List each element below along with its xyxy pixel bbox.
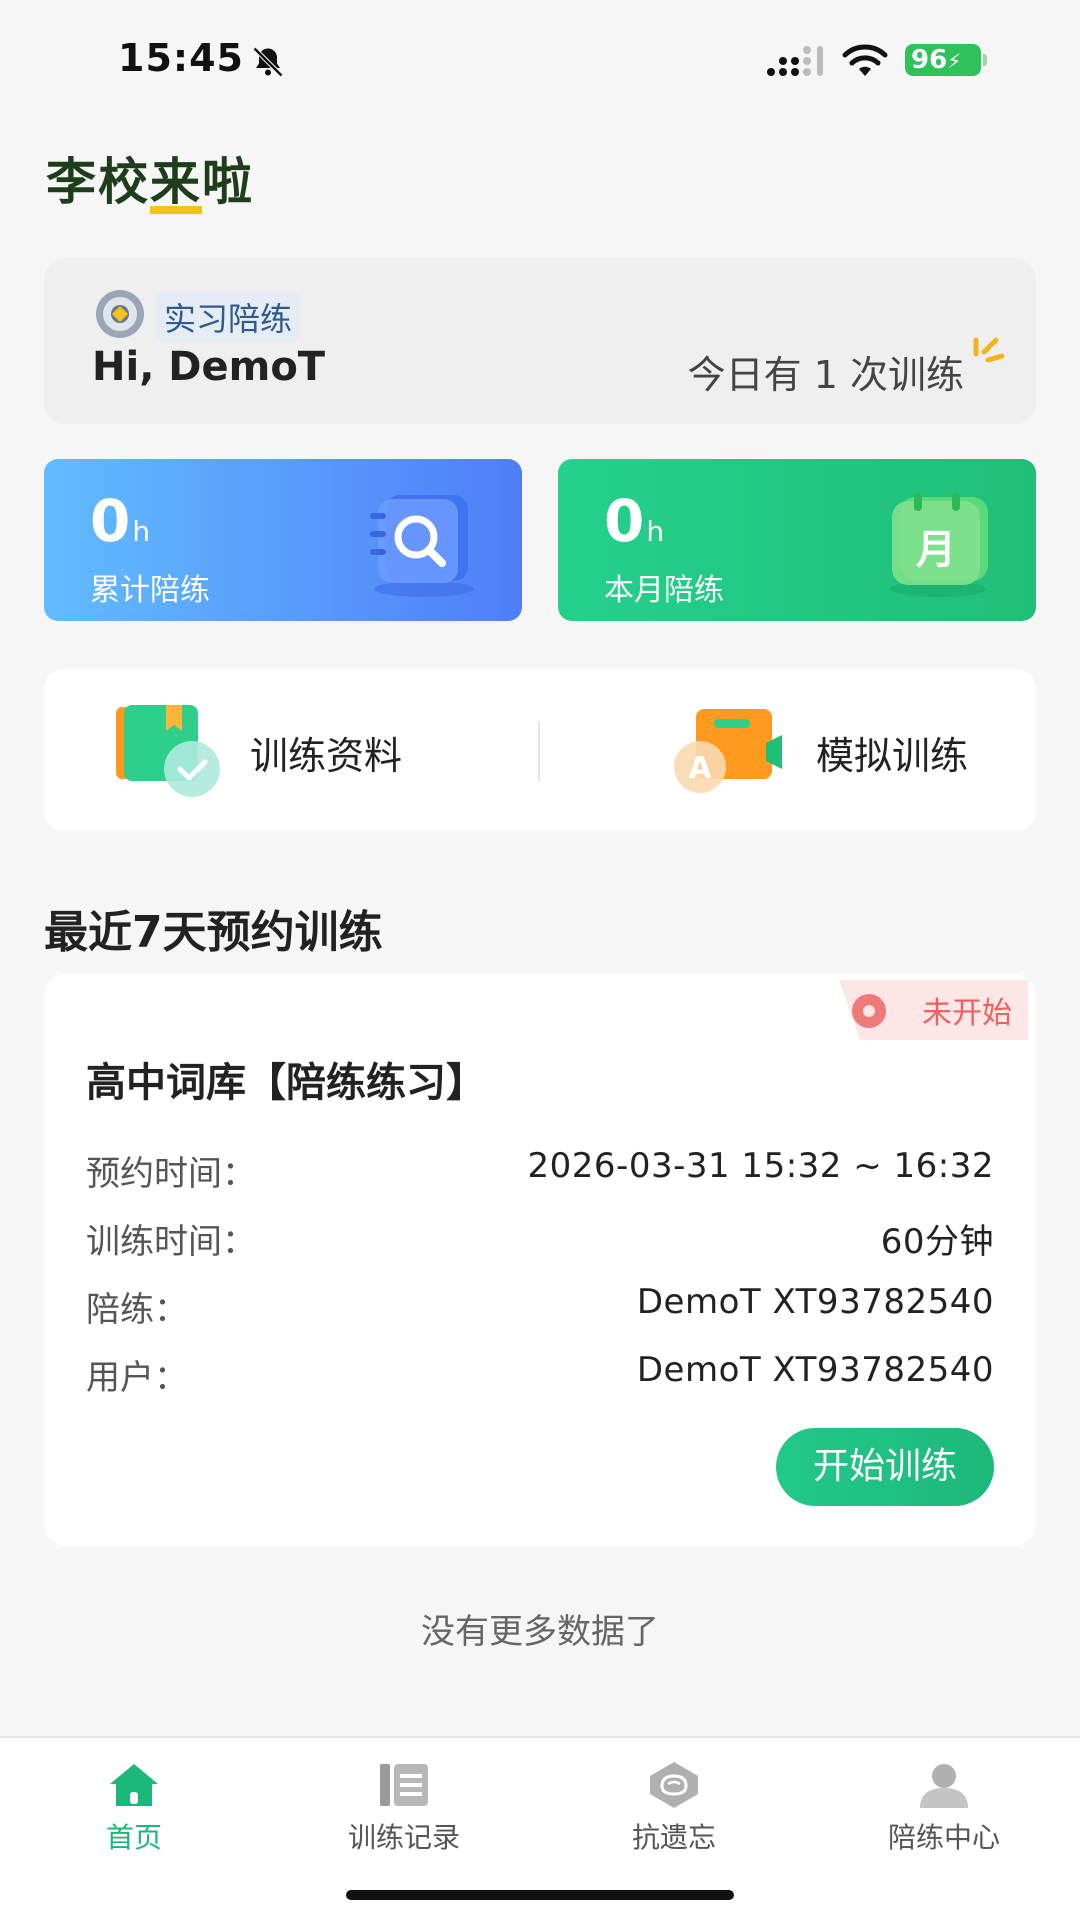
search-book-icon	[370, 495, 474, 597]
booking-title: 高中词库【陪练练习】	[86, 1060, 486, 1106]
mock-training-icon: A	[674, 709, 782, 793]
status-text: 未开始	[922, 996, 1012, 1031]
battery-icon: 96⚡	[905, 44, 981, 76]
stat-total-hours[interactable]: 0h 累计陪练	[44, 459, 522, 621]
row-label: 陪练：	[86, 1290, 188, 1330]
row-value: 2026-03-31 15:32 ~ 16:32	[527, 1146, 994, 1186]
greeting-card: 实习陪练 Hi, DemoT 今日有 1 次训练	[44, 258, 1036, 424]
booking-card[interactable]: 未开始 高中词库【陪练练习】 预约时间： 2026-03-31 15:32 ~ …	[44, 974, 1036, 1546]
battery-tip	[983, 54, 987, 66]
quick-actions: 训练资料 A 模拟训练	[44, 669, 1036, 831]
greeting-text: Hi, DemoT	[92, 344, 326, 390]
row-value: 60分钟	[880, 1222, 994, 1262]
tab-anti-forgetting[interactable]: 抗遗忘	[574, 1752, 774, 1862]
stat-month-hours[interactable]: 0h 本月陪练 月	[558, 459, 1036, 621]
training-material-label: 训练资料	[250, 734, 403, 778]
user-icon	[920, 1764, 968, 1808]
tab-label: 抗遗忘	[631, 1821, 716, 1854]
tab-training-records[interactable]: 训练记录	[304, 1752, 504, 1862]
tab-label: 首页	[105, 1821, 162, 1854]
tab-label: 陪练中心	[887, 1821, 1000, 1854]
row-value: DemoT XT93782540	[636, 1350, 994, 1390]
svg-text:月: 月	[916, 527, 956, 573]
row-training-duration: 训练时间： 60分钟	[86, 1214, 994, 1264]
today-training-count: 今日有 1 次训练	[687, 353, 964, 397]
stat-total-label: 累计陪练	[90, 573, 210, 608]
role-tag: 实习陪练	[156, 292, 301, 342]
wifi-icon	[842, 44, 888, 76]
home-indicator[interactable]	[346, 1890, 734, 1900]
tab-coach-center[interactable]: 陪练中心	[844, 1752, 1044, 1862]
tab-label: 训练记录	[347, 1821, 460, 1854]
status-time: 15:45	[118, 36, 244, 80]
training-material-button[interactable]: 训练资料	[114, 669, 494, 831]
bell-muted-icon	[252, 46, 284, 78]
calendar-month-icon: 月	[890, 493, 988, 597]
tab-home[interactable]: 首页	[34, 1752, 234, 1862]
svg-text:A: A	[688, 751, 712, 786]
start-training-button[interactable]: 开始训练	[776, 1428, 994, 1506]
mock-training-button[interactable]: A 模拟训练	[624, 669, 968, 831]
logo-text-a: 李校	[46, 152, 150, 211]
no-more-data-text: 没有更多数据了	[421, 1612, 659, 1652]
record-list-icon	[380, 1764, 428, 1806]
row-user: 用户： DemoT XT93782540	[86, 1350, 994, 1400]
row-label: 训练时间：	[86, 1222, 256, 1262]
logo-text-c: 啦	[202, 152, 254, 211]
stat-month-label: 本月陪练	[604, 573, 724, 608]
section-title-recent: 最近7天预约训练	[44, 907, 383, 958]
stat-total-value: 0h	[90, 487, 151, 555]
app-logo: 李校来啦	[46, 142, 254, 214]
row-value: DemoT XT93782540	[636, 1282, 994, 1322]
row-label: 预约时间：	[86, 1154, 256, 1194]
row-coach: 陪练： DemoT XT93782540	[86, 1282, 994, 1332]
signal-icon	[767, 46, 823, 76]
home-icon	[110, 1764, 158, 1806]
row-label: 用户：	[86, 1358, 188, 1398]
mock-training-label: 模拟训练	[816, 734, 969, 778]
spark-icon	[973, 337, 1005, 363]
status-dot-icon	[852, 994, 886, 1028]
stat-month-value: 0h	[604, 487, 665, 555]
status-bar: 15:45 96⚡	[0, 0, 1080, 120]
logo-text-b: 来	[150, 157, 202, 214]
battery-level: 96	[911, 45, 948, 75]
role-badge-icon	[96, 290, 144, 338]
training-material-icon	[116, 705, 220, 797]
brain-icon	[650, 1762, 698, 1808]
row-appointment-time: 预约时间： 2026-03-31 15:32 ~ 16:32	[86, 1146, 994, 1196]
actions-divider	[538, 721, 540, 781]
